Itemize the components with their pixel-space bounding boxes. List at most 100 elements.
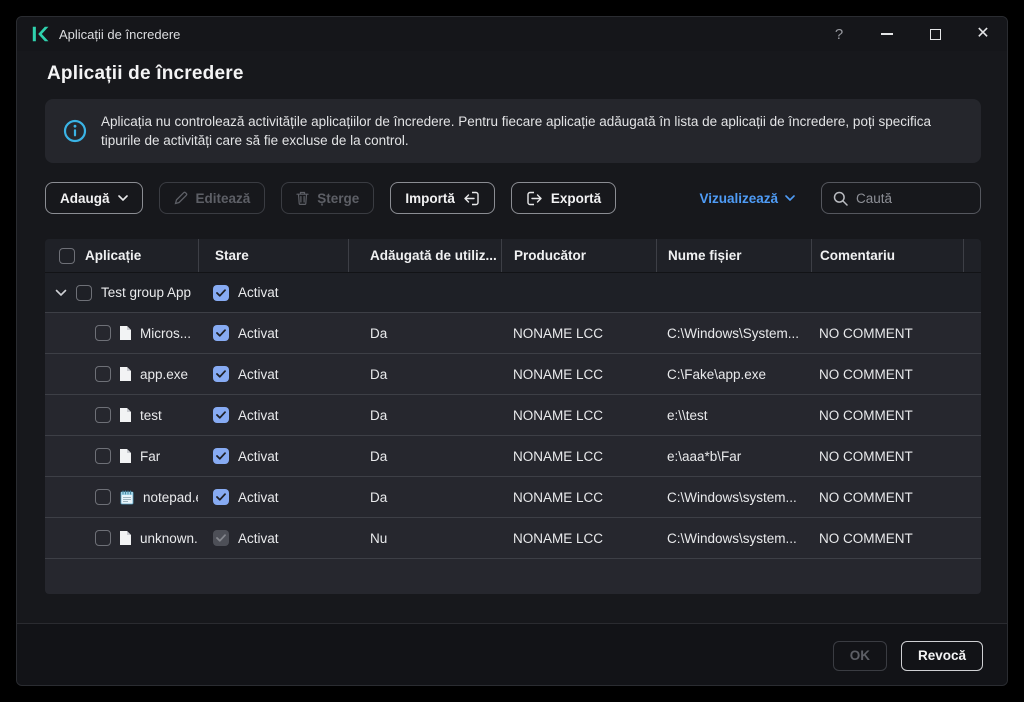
file-icon: [120, 531, 131, 545]
comment: NO COMMENT: [819, 325, 913, 341]
kaspersky-logo-icon: [32, 26, 49, 42]
ok-button[interactable]: OK: [832, 640, 887, 671]
status-checkbox-disabled: [213, 530, 229, 546]
search-icon: [833, 191, 848, 206]
table-row[interactable]: notepad.e... Activat Da NONAME LCC C:\Wi…: [45, 476, 981, 517]
vendor: NONAME LCC: [513, 407, 604, 423]
chevron-down-icon: [117, 195, 128, 201]
added-by-user: Da: [370, 325, 388, 341]
app-name: Micros...: [140, 325, 192, 341]
cancel-button[interactable]: Revocă: [900, 640, 983, 671]
table-row[interactable]: Micros... Activat Da NONAME LCC C:\Windo…: [45, 312, 981, 353]
status-checkbox[interactable]: [213, 325, 229, 341]
row-checkbox[interactable]: [95, 325, 111, 341]
file-path: e:\\test: [667, 407, 708, 423]
status-label: Activat: [238, 366, 279, 382]
view-dropdown[interactable]: Vizualizează: [699, 191, 795, 206]
minimize-icon: [881, 33, 893, 35]
select-all-checkbox[interactable]: [59, 247, 75, 264]
row-checkbox[interactable]: [95, 407, 111, 423]
app-name: unknown....: [140, 530, 198, 546]
table-row[interactable]: test Activat Da NONAME LCC e:\\test NO C…: [45, 394, 981, 435]
status-label: Activat: [238, 407, 279, 423]
delete-button[interactable]: Șterge: [281, 182, 375, 214]
title-bar: Aplicații de încredere ? ✕: [17, 17, 1007, 51]
app-name: app.exe: [140, 366, 189, 382]
status-label: Activat: [238, 285, 279, 300]
export-button[interactable]: Exportă: [510, 182, 617, 214]
file-icon: [120, 449, 131, 463]
table-group-row[interactable]: Test group App Activat: [45, 272, 981, 312]
added-by-user: Da: [370, 448, 388, 464]
help-button[interactable]: ?: [815, 17, 863, 51]
pencil-icon: [174, 191, 187, 205]
table-row[interactable]: unknown.... Activat Nu NONAME LCC C:\Win…: [45, 517, 981, 558]
comment: NO COMMENT: [819, 448, 913, 464]
column-header-comment[interactable]: Comentariu: [811, 239, 963, 272]
row-checkbox[interactable]: [76, 284, 92, 301]
file-path: C:\Windows\system...: [667, 530, 797, 546]
status-checkbox[interactable]: [213, 489, 229, 505]
status-label: Activat: [238, 448, 279, 464]
info-banner: Aplicația nu controlează activitățile ap…: [45, 99, 981, 163]
column-header-vendor[interactable]: Producător: [501, 239, 656, 272]
column-header-added-by-user[interactable]: Adăugată de utiliz...: [348, 239, 501, 272]
trash-icon: [296, 191, 309, 205]
added-by-user: Da: [370, 407, 388, 423]
file-path: C:\Windows\system...: [667, 489, 797, 505]
import-icon: [464, 191, 479, 205]
add-button[interactable]: Adaugă: [45, 182, 143, 214]
delete-button-label: Șterge: [317, 190, 360, 206]
row-checkbox[interactable]: [95, 448, 111, 464]
footer: OK Revocă: [17, 623, 1007, 685]
vendor: NONAME LCC: [513, 448, 604, 464]
toolbar-right: Vizualizează: [699, 182, 981, 214]
status-checkbox[interactable]: [213, 284, 229, 301]
maximize-icon: [929, 28, 941, 40]
export-icon: [527, 191, 542, 205]
import-button-label: Importă: [405, 190, 455, 206]
column-header-application[interactable]: Aplicație: [85, 248, 141, 263]
screen: Aplicații de încredere ? ✕ Aplicații de …: [0, 0, 1024, 702]
status-label: Activat: [238, 489, 279, 505]
column-header-status[interactable]: Stare: [198, 239, 348, 272]
comment: NO COMMENT: [819, 530, 913, 546]
close-button[interactable]: ✕: [959, 17, 1007, 51]
row-checkbox[interactable]: [95, 530, 111, 546]
app-window: Aplicații de încredere ? ✕ Aplicații de …: [16, 16, 1008, 686]
table-row[interactable]: app.exe Activat Da NONAME LCC C:\Fake\ap…: [45, 353, 981, 394]
collapse-chevron-icon[interactable]: [55, 289, 67, 297]
edit-button[interactable]: Editează: [158, 182, 266, 214]
comment: NO COMMENT: [819, 489, 913, 505]
table-header: Aplicație Stare Adăugată de utiliz... Pr…: [45, 239, 981, 272]
app-name: notepad.e...: [143, 489, 198, 505]
close-icon: ✕: [976, 25, 990, 42]
file-path: e:\aaa*b\Far: [667, 448, 742, 464]
status-checkbox[interactable]: [213, 366, 229, 382]
status-label: Activat: [238, 530, 279, 546]
status-label: Activat: [238, 325, 279, 341]
file-icon: [120, 326, 131, 340]
search-box: [821, 182, 981, 214]
import-button[interactable]: Importă: [390, 182, 495, 214]
app-name: Far: [140, 448, 161, 464]
status-checkbox[interactable]: [213, 407, 229, 423]
banner-text: Aplicația nu controlează activitățile ap…: [101, 114, 931, 148]
notepad-icon: [120, 490, 134, 505]
group-name: Test group App: [101, 285, 192, 300]
row-checkbox[interactable]: [95, 366, 111, 382]
added-by-user: Da: [370, 489, 388, 505]
added-by-user: Da: [370, 366, 388, 382]
maximize-button[interactable]: [911, 17, 959, 51]
app-name: test: [140, 407, 162, 423]
table-row[interactable]: Far Activat Da NONAME LCC e:\aaa*b\Far N…: [45, 435, 981, 476]
vendor: NONAME LCC: [513, 325, 604, 341]
search-input[interactable]: [856, 190, 956, 206]
status-checkbox[interactable]: [213, 448, 229, 464]
row-checkbox[interactable]: [95, 489, 111, 505]
window-title: Aplicații de încredere: [59, 26, 181, 42]
minimize-button[interactable]: [863, 17, 911, 51]
file-icon: [120, 408, 131, 422]
column-header-filename[interactable]: Nume fișier: [656, 239, 811, 272]
file-icon: [120, 367, 131, 381]
